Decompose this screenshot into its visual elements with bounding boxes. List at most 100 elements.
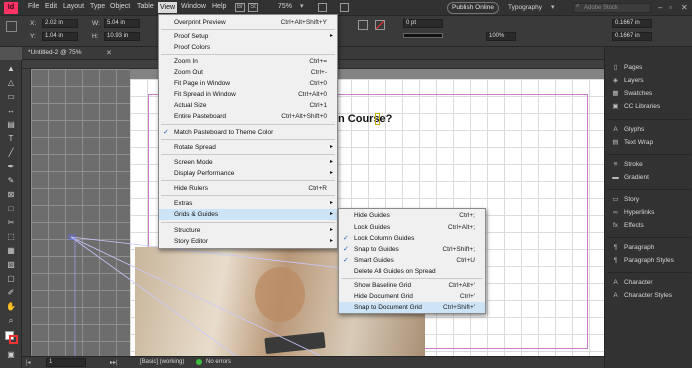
panel-swatches[interactable]: ▦ Swatches bbox=[611, 89, 652, 99]
close-tab-icon[interactable]: ✕ bbox=[106, 49, 112, 57]
menu-item-overprint-preview[interactable]: Overprint Preview Ctrl+Alt+Shift+Y bbox=[159, 17, 337, 28]
pen-tool-icon[interactable]: ✒ bbox=[6, 162, 16, 172]
menu-item-hide-guides[interactable]: Hide Guides Ctrl+; bbox=[339, 210, 485, 221]
panel-text-wrap[interactable]: ▤ Text Wrap bbox=[611, 138, 653, 148]
stroke-color-icon[interactable] bbox=[9, 335, 18, 344]
chevron-down-icon[interactable]: ▾ bbox=[300, 2, 304, 10]
panel-paragraph-styles[interactable]: ¶ Paragraph Styles bbox=[611, 256, 674, 266]
close-icon[interactable]: ✕ bbox=[681, 3, 688, 12]
menu-type[interactable]: Type bbox=[90, 3, 105, 10]
y-field[interactable]: 1.04 in bbox=[42, 32, 78, 41]
rectangle-frame-tool-icon[interactable]: ⊠ bbox=[6, 190, 16, 200]
vertical-ruler[interactable] bbox=[22, 69, 31, 356]
panel-gradient[interactable]: ▬ Gradient bbox=[611, 173, 649, 183]
panel-character[interactable]: A Character bbox=[611, 278, 652, 288]
hand-tool-icon[interactable]: ✋ bbox=[6, 302, 16, 312]
menu-item-smart-guides[interactable]: ✓ Smart Guides Ctrl+U bbox=[339, 255, 485, 266]
menu-item-extras[interactable]: Extras ▸ bbox=[159, 198, 337, 209]
next-page-icon[interactable]: ▸▸| bbox=[110, 359, 118, 366]
menu-item-show-baseline-grid[interactable]: Show Baseline Grid Ctrl+Alt+' bbox=[339, 280, 485, 291]
reference-point-icon[interactable] bbox=[6, 21, 17, 32]
content-collector-icon[interactable]: ▤ bbox=[6, 120, 16, 130]
minimize-icon[interactable]: – bbox=[658, 3, 662, 12]
menu-item-actual-size[interactable]: Actual Size Ctrl+1 bbox=[159, 100, 337, 111]
menu-file[interactable]: File bbox=[28, 3, 39, 10]
fill-swatch-icon[interactable] bbox=[358, 20, 368, 30]
zoom-tool-icon[interactable]: ⌕ bbox=[6, 316, 16, 326]
panel-stroke[interactable]: ≡ Stroke bbox=[611, 160, 643, 170]
stroke-type-selector[interactable] bbox=[403, 33, 443, 38]
menu-view[interactable]: View bbox=[158, 2, 178, 13]
menu-item-fit-spread-in-window[interactable]: Fit Spread in Window Ctrl+Alt+0 bbox=[159, 89, 337, 100]
workspace-switcher[interactable]: Typography bbox=[508, 4, 542, 11]
menu-item-delete-all-guides-on-spread[interactable]: Delete All Guides on Spread bbox=[339, 266, 485, 277]
eyedropper-tool-icon[interactable]: ✐ bbox=[6, 288, 16, 298]
menu-object[interactable]: Object bbox=[110, 3, 130, 10]
view-options-icon[interactable] bbox=[318, 3, 327, 12]
x-field[interactable]: 2.02 in bbox=[42, 19, 78, 28]
menu-item-hide-rulers[interactable]: Hide Rulers Ctrl+R bbox=[159, 183, 337, 194]
menu-edit[interactable]: Edit bbox=[45, 3, 57, 10]
opacity-field[interactable]: 100% bbox=[486, 32, 516, 41]
menu-item-snap-to-document-grid[interactable]: Snap to Document Grid Ctrl+Shift+' bbox=[339, 302, 485, 313]
panel-paragraph[interactable]: ¶ Paragraph bbox=[611, 243, 655, 253]
rectangle-tool-icon[interactable]: □ bbox=[6, 204, 16, 214]
panel-effects[interactable]: fx Effects bbox=[611, 221, 644, 231]
preview-mode-icon[interactable]: ▣ bbox=[6, 350, 16, 360]
panel-story[interactable]: ▭ Story bbox=[611, 195, 639, 205]
panel-hyperlinks[interactable]: ∞ Hyperlinks bbox=[611, 208, 654, 218]
selection-tool-icon[interactable]: ▲ bbox=[6, 64, 16, 74]
panel-character-styles[interactable]: A Character Styles bbox=[611, 291, 672, 301]
preflight-errors[interactable]: No errors bbox=[206, 359, 231, 365]
scissors-tool-icon[interactable]: ✂ bbox=[6, 218, 16, 228]
menu-item-proof-colors[interactable]: Proof Colors bbox=[159, 42, 337, 53]
menu-item-fit-page-in-window[interactable]: Fit Page in Window Ctrl+0 bbox=[159, 78, 337, 89]
page-tool-icon[interactable]: ▭ bbox=[6, 92, 16, 102]
menu-table[interactable]: Table bbox=[137, 3, 154, 10]
gradient-swatch-tool-icon[interactable]: ▦ bbox=[6, 246, 16, 256]
note-tool-icon[interactable]: ▢ bbox=[6, 274, 16, 284]
menu-help[interactable]: Help bbox=[212, 3, 226, 10]
direct-selection-tool-icon[interactable]: △ bbox=[6, 78, 16, 88]
line-tool-icon[interactable]: ╱ bbox=[6, 148, 16, 158]
zoom-level[interactable]: 75% bbox=[278, 3, 292, 10]
menu-item-snap-to-guides[interactable]: ✓ Snap to Guides Ctrl+Shift+; bbox=[339, 244, 485, 255]
menu-item-hide-document-grid[interactable]: Hide Document Grid Ctrl+' bbox=[339, 291, 485, 302]
panel-glyphs[interactable]: A Glyphs bbox=[611, 125, 644, 135]
stroke-swatch-icon[interactable] bbox=[375, 20, 385, 30]
menu-item-lock-column-guides[interactable]: ✓ Lock Column Guides bbox=[339, 233, 485, 244]
screen-mode-icon[interactable] bbox=[340, 3, 349, 12]
menu-item-proof-setup[interactable]: Proof Setup ▸ bbox=[159, 31, 337, 42]
panel-pages[interactable]: ▯ Pages bbox=[611, 63, 643, 73]
workspace-chevron-icon[interactable]: ▾ bbox=[551, 3, 555, 11]
menu-window[interactable]: Window bbox=[181, 3, 206, 10]
first-page-icon[interactable]: |◂ bbox=[26, 359, 31, 366]
menu-layout[interactable]: Layout bbox=[63, 3, 84, 10]
maximize-icon[interactable]: ▫ bbox=[669, 3, 672, 12]
w-field[interactable]: 5.04 in bbox=[104, 19, 140, 28]
gap-tool-icon[interactable]: ↔ bbox=[6, 106, 16, 116]
type-tool-icon[interactable]: T bbox=[6, 134, 16, 144]
preflight-profile[interactable]: [Basic] (working) bbox=[140, 359, 184, 365]
gradient-feather-tool-icon[interactable]: ▧ bbox=[6, 260, 16, 270]
menu-item-rotate-spread[interactable]: Rotate Spread ▸ bbox=[159, 142, 337, 153]
menu-item-zoom-out[interactable]: Zoom Out Ctrl+- bbox=[159, 67, 337, 78]
h-field[interactable]: 10.93 in bbox=[104, 32, 140, 41]
stock-icon[interactable]: St bbox=[248, 3, 258, 12]
menu-item-display-performance[interactable]: Display Performance ▸ bbox=[159, 168, 337, 179]
stroke-weight-field[interactable]: 0 pt bbox=[403, 19, 443, 28]
column-gap-field[interactable]: 0.1667 in bbox=[612, 19, 652, 28]
menu-item-entire-pasteboard[interactable]: Entire Pasteboard Ctrl+Alt+Shift+0 bbox=[159, 111, 337, 122]
menu-item-zoom-in[interactable]: Zoom In Ctrl+= bbox=[159, 56, 337, 67]
menu-item-screen-mode[interactable]: Screen Mode ▸ bbox=[159, 157, 337, 168]
menu-item-story-editor[interactable]: Story Editor ▸ bbox=[159, 236, 337, 247]
publish-online-button[interactable]: Publish Online bbox=[447, 2, 499, 14]
menu-item-structure[interactable]: Structure ▸ bbox=[159, 225, 337, 236]
panel-layers[interactable]: ◈ Layers bbox=[611, 76, 644, 86]
gutter-field[interactable]: 0.1667 in bbox=[612, 32, 652, 41]
menu-item-match-pasteboard-to-theme-color[interactable]: ✓ Match Pasteboard to Theme Color bbox=[159, 127, 337, 138]
panel-libraries[interactable]: ▣ CC Libraries bbox=[611, 102, 660, 112]
pencil-tool-icon[interactable]: ✎ bbox=[6, 176, 16, 186]
bridge-icon[interactable]: Br bbox=[235, 3, 245, 12]
free-transform-tool-icon[interactable]: ⬚ bbox=[6, 232, 16, 242]
